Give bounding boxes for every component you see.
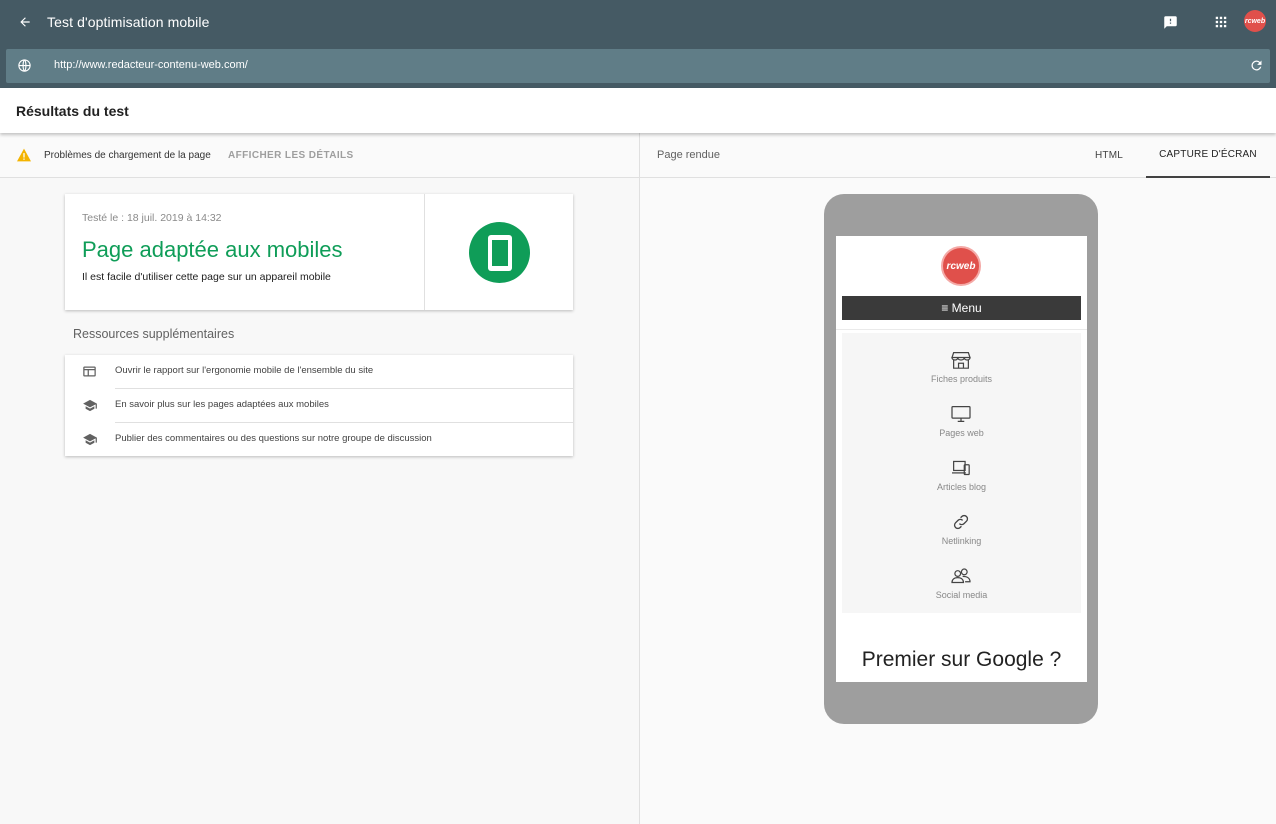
render-tabs: Page rendue HTML CAPTURE D'ÉCRAN (640, 133, 1276, 178)
resource-item-site-report[interactable]: Ouvrir le rapport sur l'ergonomie mobile… (65, 355, 573, 388)
phone-frame: rcweb ≡ Menu Fiches produits Pages web A… (824, 194, 1098, 724)
verdict-title: Page adaptée aux mobiles (82, 237, 343, 262)
site-menu-label: Social media (935, 590, 988, 600)
site-menu-list: Fiches produits Pages web Articles blog … (842, 333, 1081, 613)
resource-item-discussion[interactable]: Publier des commentaires ou des question… (65, 423, 573, 456)
web-icon (82, 364, 97, 384)
school-icon (82, 398, 98, 418)
site-menu-item: Netlinking (842, 513, 1081, 563)
store-icon (951, 351, 971, 369)
results-title: Résultats du test (16, 103, 129, 119)
url-bar[interactable]: http://www.redacteur-contenu-web.com/ (6, 49, 1270, 83)
site-menu-item: Articles blog (842, 459, 1081, 509)
site-menu-item: Social media (842, 567, 1081, 617)
tab-html[interactable]: HTML (1076, 133, 1142, 178)
rendered-screenshot: rcweb ≡ Menu Fiches produits Pages web A… (836, 236, 1087, 682)
site-menu-item: Fiches produits (842, 351, 1081, 401)
title-row: Test d'optimisation mobile rcweb (0, 0, 1276, 44)
result-card: Testé le : 18 juil. 2019 à 14:32 Page ad… (65, 194, 573, 310)
results-header: Résultats du test (0, 88, 1276, 133)
warning-icon (16, 148, 32, 167)
resource-label: En savoir plus sur les pages adaptées au… (115, 399, 329, 410)
reload-icon[interactable] (1249, 58, 1264, 78)
resource-label: Ouvrir le rapport sur l'ergonomie mobile… (115, 365, 374, 376)
apps-grid-icon[interactable] (1210, 11, 1232, 33)
feedback-icon[interactable] (1159, 11, 1181, 33)
resources-list: Ouvrir le rapport sur l'ergonomie mobile… (65, 355, 573, 456)
site-menu-label: Pages web (939, 428, 984, 438)
link-icon (951, 513, 971, 531)
top-app-bar: Test d'optimisation mobile rcweb http://… (0, 0, 1276, 88)
left-panel: Problèmes de chargement de la page AFFIC… (0, 133, 639, 824)
url-input[interactable]: http://www.redacteur-contenu-web.com/ (54, 59, 248, 71)
show-details-link[interactable]: AFFICHER LES DÉTAILS (228, 150, 354, 161)
site-menu-label: Fiches produits (930, 374, 993, 384)
devices-icon (951, 459, 971, 477)
site-headline: Premier sur Google ? (861, 648, 1062, 671)
resource-item-learn-more[interactable]: En savoir plus sur les pages adaptées au… (65, 389, 573, 422)
tab-screenshot[interactable]: CAPTURE D'ÉCRAN (1146, 133, 1270, 178)
resource-label: Publier des commentaires ou des question… (115, 433, 432, 444)
avatar[interactable]: rcweb (1244, 10, 1266, 32)
app-title: Test d'optimisation mobile (47, 14, 210, 30)
globe-icon (17, 58, 32, 78)
verdict-description: Il est facile d'utiliser cette page sur … (82, 271, 331, 283)
issues-text: Problèmes de chargement de la page (44, 150, 211, 161)
site-menu-label: Netlinking (941, 536, 982, 546)
monitor-icon (951, 405, 971, 423)
site-menu-button: ≡ Menu (842, 296, 1081, 320)
right-panel: Page rendue HTML CAPTURE D'ÉCRAN rcweb ≡… (639, 133, 1276, 824)
school-icon (82, 432, 98, 452)
people-icon (951, 567, 971, 585)
card-divider (424, 194, 425, 310)
rendered-page-label: Page rendue (657, 149, 720, 161)
resources-title: Ressources supplémentaires (73, 327, 235, 341)
divider (836, 329, 1087, 330)
site-menu-item: Pages web (842, 405, 1081, 455)
tested-date: Testé le : 18 juil. 2019 à 14:32 (82, 212, 222, 224)
site-logo: rcweb (941, 246, 981, 286)
issues-bar: Problèmes de chargement de la page AFFIC… (0, 133, 639, 178)
site-menu-label: Articles blog (936, 482, 987, 492)
smartphone-icon (469, 222, 530, 283)
back-arrow-icon[interactable] (14, 11, 36, 33)
